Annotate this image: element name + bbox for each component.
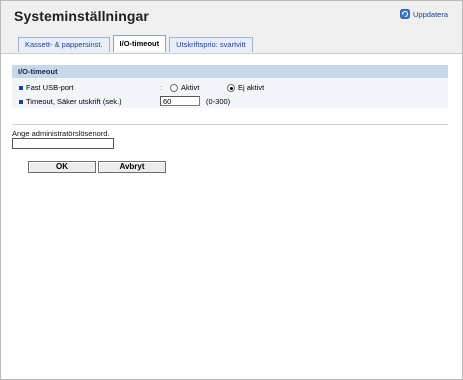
settings-window: Systeminställningar Uppdatera Kassett- &… [0,0,463,380]
page-title: Systeminställningar [14,8,149,24]
header-bar: Systeminställningar Uppdatera Kassett- &… [1,1,462,54]
refresh-link[interactable]: Uppdatera [400,9,448,19]
refresh-label: Uppdatera [413,9,449,19]
admin-password-label: Ange administratörslösenord. [12,129,110,138]
timeout-row: Timeout, Säker utskrift (sek.) : 60 (0-3… [12,96,448,108]
divider [12,124,448,125]
timeout-input[interactable]: 60 [160,96,200,106]
bullet-icon [19,86,23,90]
tab-bar: Kassett- & pappersinst. I/O-timeout Utsk… [18,35,256,53]
tab-paper-tray[interactable]: Kassett- & pappersinst. [18,37,110,52]
admin-password-input[interactable] [12,138,114,149]
section-header: I/O-timeout [12,65,448,78]
cancel-button[interactable]: Avbryt [98,161,166,173]
usb-on-option[interactable]: Aktivt [170,82,199,94]
usb-label: Fast USB-port [26,83,74,92]
usb-colon: : [160,83,163,92]
usb-on-radio[interactable] [170,84,178,92]
usb-row: Fast USB-port : Aktivt Ej aktivt [12,82,448,94]
timeout-label: Timeout, Säker utskrift (sek.) [26,97,122,106]
bullet-icon [19,100,23,104]
usb-off-option[interactable]: Ej aktivt [227,82,264,94]
usb-off-radio[interactable] [227,84,235,92]
usb-on-label: Aktivt [181,83,200,92]
tab-print-priority[interactable]: Utskriftsprio: svartvitt [169,37,253,52]
timeout-range: (0-300) [206,97,231,106]
section-body: Fast USB-port : Aktivt Ej aktivt Timeout… [12,78,448,108]
tab-io-timeout[interactable]: I/O-timeout [112,35,167,52]
refresh-icon [400,9,410,19]
usb-off-label: Ej aktivt [238,83,265,92]
ok-button[interactable]: OK [28,161,96,173]
